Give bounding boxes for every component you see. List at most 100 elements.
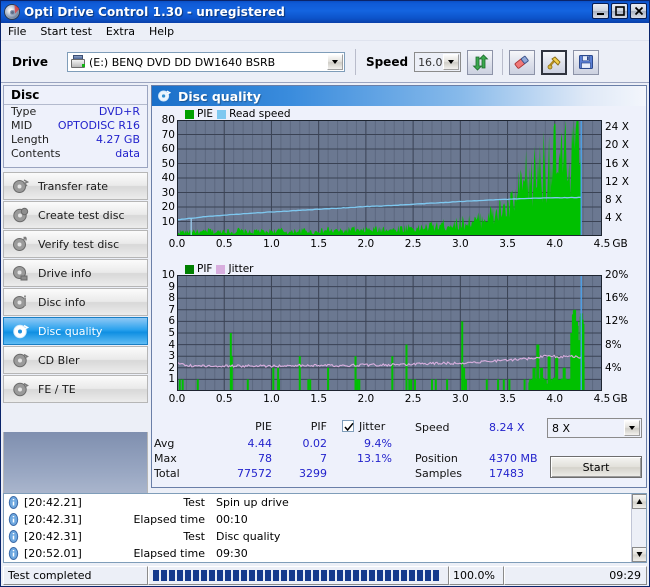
- elapsed-time: 09:29: [504, 566, 647, 585]
- y-tick-label: 10: [162, 216, 175, 228]
- x-tick-label: 3.5: [499, 238, 516, 250]
- scroll-down-button[interactable]: [632, 547, 647, 562]
- progress-percent: 100.0%: [449, 566, 504, 585]
- sidebar-item-transfer-rate[interactable]: Transfer rate: [3, 172, 148, 200]
- legend-swatch-pif: [185, 265, 194, 274]
- pif-chart-plot: [177, 275, 602, 391]
- y2-tick-label: 24 X: [605, 121, 629, 133]
- disc-icon: [4, 4, 20, 20]
- log-message: 00:10: [216, 513, 248, 526]
- y-tick-label: 20: [162, 201, 175, 213]
- stats-total-pif: 3299: [272, 467, 327, 480]
- main-panel: Disc quality PIE Read speed 102030405060…: [151, 85, 647, 488]
- disc-row-key: Type: [11, 105, 36, 119]
- log-time: [20:42.31]: [24, 513, 86, 526]
- disc-row-type: Type DVD+R: [4, 105, 147, 119]
- log-scrollbar[interactable]: [631, 494, 646, 562]
- x-tick-label: 2.5: [405, 393, 422, 405]
- progress-segment: [433, 570, 439, 581]
- log-time: [20:52.01]: [24, 547, 86, 560]
- stats-avg-jitter: 9.4%: [332, 437, 392, 450]
- sidebar-item-disc-quality[interactable]: Disc quality: [3, 317, 148, 345]
- sidebar-item-create-test-disc[interactable]: Create test disc: [3, 201, 148, 229]
- progress-bar-fill: [153, 570, 439, 581]
- stats-row-label-total: Total: [154, 467, 180, 480]
- y-tick-label: 7: [168, 304, 175, 316]
- sidebar-item-verify-test-disc[interactable]: Verify test disc: [3, 230, 148, 258]
- legend-entry-jitter: Jitter: [216, 263, 253, 275]
- disc-info-icon: [12, 294, 29, 311]
- minimize-button[interactable]: [592, 3, 609, 19]
- log-row: [20:42.31] Test Disc quality: [4, 528, 646, 545]
- y2-tick-label: 16 X: [605, 158, 629, 170]
- log-message: Spin up drive: [216, 496, 289, 509]
- scroll-up-button[interactable]: [632, 494, 647, 509]
- legend-entry-read-speed: Read speed: [217, 108, 290, 120]
- log-row: [20:42.31] Elapsed time 00:10: [4, 511, 646, 528]
- disc-info-panel: Disc Type DVD+R MID OPTODISC R16 Length …: [3, 85, 148, 168]
- erase-button[interactable]: [509, 50, 535, 75]
- settings-button[interactable]: [541, 50, 567, 75]
- y-tick-label: 4: [168, 339, 175, 351]
- sidebar-item-label: CD Bler: [38, 354, 80, 367]
- refresh-button[interactable]: [467, 50, 493, 75]
- drive-select[interactable]: (E:) BENQ DVD DD DW1640 BSRB: [67, 52, 345, 72]
- maximize-button[interactable]: [611, 3, 628, 19]
- disc-row-contents: Contents data: [4, 147, 147, 161]
- x-tick-label: 3.5: [499, 393, 516, 405]
- save-button[interactable]: [573, 50, 599, 75]
- progress-segment: [401, 570, 407, 581]
- menu-help[interactable]: Help: [142, 24, 181, 39]
- statistics-panel: PIE PIF Jitter Avg Max Total 4.44 78 775…: [152, 418, 648, 487]
- legend-label-pif: PIF: [197, 263, 212, 275]
- y-tick-label: 8: [168, 292, 175, 304]
- progress-segment: [393, 570, 399, 581]
- stats-position-label: Position: [415, 452, 458, 465]
- sidebar-item-disc-info[interactable]: Disc info: [3, 288, 148, 316]
- progress-segment: [177, 570, 183, 581]
- sidebar-item-label: Disc quality: [38, 325, 102, 338]
- disc-row-key: MID: [11, 119, 32, 133]
- y-tick-label: 5: [168, 327, 175, 339]
- progress-segment: [241, 570, 247, 581]
- chevron-down-icon[interactable]: [624, 420, 640, 436]
- info-icon: [7, 530, 20, 543]
- status-text: Test completed: [3, 566, 148, 585]
- progress-segment: [225, 570, 231, 581]
- sidebar-nav: Transfer rate Create test disc Verify te…: [3, 172, 148, 431]
- progress-segment: [425, 570, 431, 581]
- pie-chart-y2-axis: 4 X8 X12 X16 X20 X24 X: [603, 116, 648, 240]
- progress-segment: [305, 570, 311, 581]
- sidebar-item-label: Verify test disc: [38, 238, 119, 251]
- progress-segment: [417, 570, 423, 581]
- disc-quality-icon: [157, 89, 171, 103]
- chevron-down-icon[interactable]: [443, 54, 459, 70]
- sidebar-item-cd-bler[interactable]: CD Bler: [3, 346, 148, 374]
- log-message: 09:30: [216, 547, 248, 560]
- menu-extra[interactable]: Extra: [99, 24, 142, 39]
- chevron-down-icon[interactable]: [327, 54, 343, 70]
- progress-segment: [289, 570, 295, 581]
- progress-segment: [337, 570, 343, 581]
- log-window[interactable]: [20:42.21] Test Spin up drive [20:42.31]…: [3, 493, 647, 563]
- sidebar-item-label: Create test disc: [38, 209, 125, 222]
- legend-entry-pif: PIF: [185, 263, 212, 275]
- eraser-icon: [513, 53, 531, 71]
- start-button[interactable]: Start: [550, 456, 642, 478]
- test-speed-select[interactable]: 8 X: [547, 418, 642, 438]
- pif-chart-y-axis: 12345678910: [152, 271, 177, 395]
- x-tick-label: 2.5: [405, 238, 422, 250]
- progress-segment: [329, 570, 335, 581]
- legend-label-pie: PIE: [197, 108, 213, 120]
- progress-segment: [345, 570, 351, 581]
- sidebar-item-drive-info[interactable]: Drive info: [3, 259, 148, 287]
- menu-file[interactable]: File: [1, 24, 33, 39]
- legend-label-jitter: Jitter: [228, 263, 253, 275]
- close-button[interactable]: [630, 3, 647, 19]
- speed-select[interactable]: 16.0 X: [414, 52, 461, 72]
- y-tick-label: 9: [168, 281, 175, 293]
- sidebar-item-fe-te[interactable]: FE / TE: [3, 375, 148, 403]
- stats-col-pie: PIE: [227, 420, 272, 433]
- jitter-checkbox[interactable]: [342, 420, 354, 432]
- menu-start-test[interactable]: Start test: [33, 24, 99, 39]
